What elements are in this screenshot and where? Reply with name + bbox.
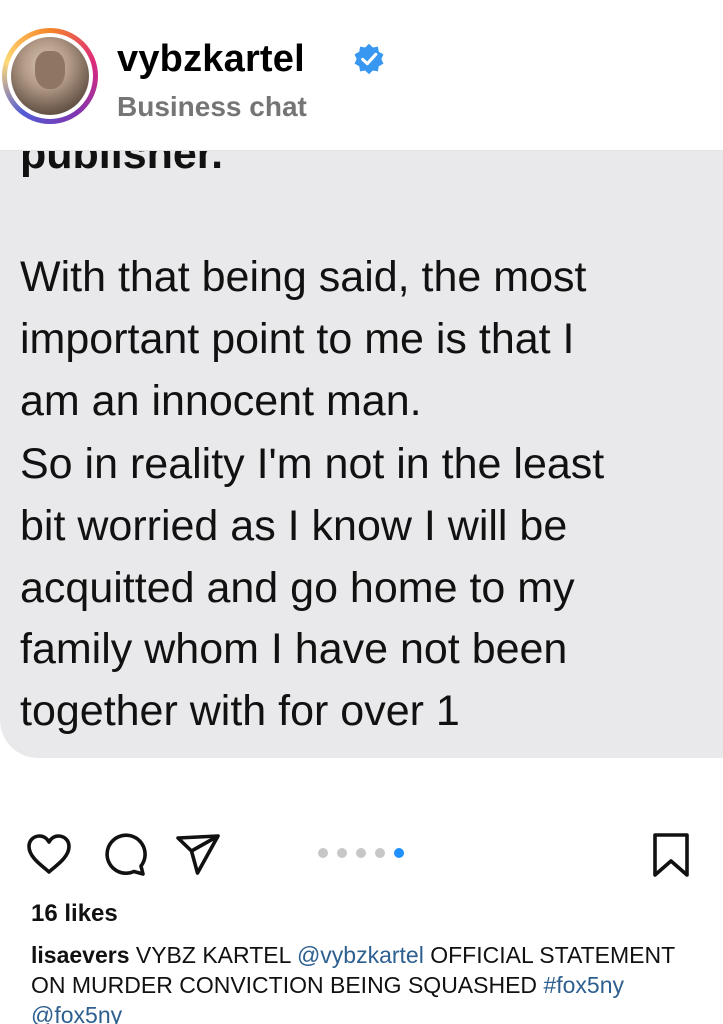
post-caption: lisaevers VYBZ KARTEL @vybzkartel OFFICI… bbox=[31, 940, 701, 1024]
message-line: am an innocent man. bbox=[20, 377, 422, 425]
caption-mention[interactable]: @vybzkartel bbox=[297, 942, 424, 968]
caption-hashtag[interactable]: #fox5ny bbox=[543, 972, 624, 998]
post-actions bbox=[0, 830, 723, 890]
message-line: together with for over 1 bbox=[20, 687, 460, 735]
carousel-dot bbox=[356, 848, 366, 858]
avatar[interactable] bbox=[11, 37, 89, 115]
comment-icon[interactable] bbox=[100, 830, 150, 880]
message-line: acquitted and go home to my bbox=[20, 564, 575, 612]
share-icon[interactable] bbox=[174, 830, 224, 880]
likes-count[interactable]: 16 likes bbox=[31, 900, 118, 928]
message-line: family whom I have not been bbox=[20, 625, 568, 673]
chat-header: vybzkartel Business chat bbox=[0, 0, 723, 151]
caption-text: VYBZ KARTEL bbox=[129, 942, 297, 968]
verified-badge-icon bbox=[354, 43, 384, 75]
message-line: With that being said, the most bbox=[20, 253, 587, 301]
message-line: bit worried as I know I will be bbox=[20, 502, 568, 550]
username[interactable]: vybzkartel bbox=[117, 38, 305, 81]
post-screenshot: vybzkartel Business chat publisher. With… bbox=[0, 0, 723, 1024]
heart-icon[interactable] bbox=[24, 830, 74, 880]
carousel-dot bbox=[375, 848, 385, 858]
business-chat-label: Business chat bbox=[117, 91, 307, 122]
caption-username[interactable]: lisaevers bbox=[31, 942, 129, 968]
carousel-dot bbox=[337, 848, 347, 858]
message-line: So in reality I'm not in the least bbox=[20, 440, 605, 488]
message-line: important point to me is that I bbox=[20, 315, 575, 363]
bookmark-icon[interactable] bbox=[646, 830, 696, 880]
carousel-dot bbox=[318, 848, 328, 858]
caption-mention[interactable]: @fox5ny bbox=[31, 1002, 122, 1024]
story-ring[interactable] bbox=[2, 28, 98, 124]
carousel-dot-active bbox=[394, 848, 404, 858]
